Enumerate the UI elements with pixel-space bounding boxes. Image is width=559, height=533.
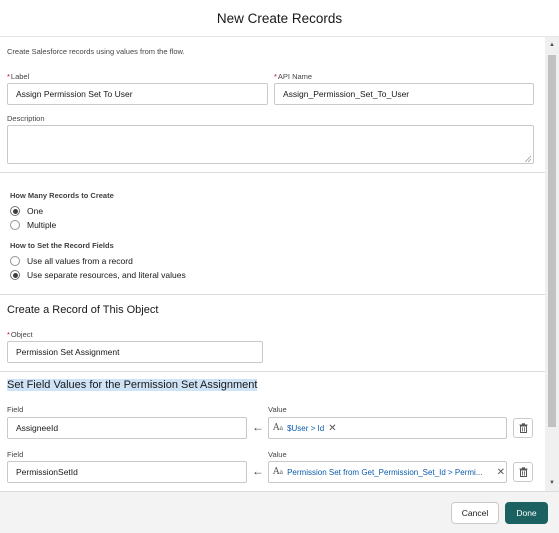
required-mark: * bbox=[7, 72, 10, 81]
value-label: Value bbox=[268, 450, 287, 459]
trash-icon bbox=[519, 467, 527, 477]
object-label: *Object bbox=[7, 330, 33, 339]
dialog-footer: Cancel Done bbox=[0, 491, 559, 533]
text-type-icon: Aa bbox=[273, 423, 284, 433]
section-divider bbox=[0, 172, 545, 173]
label-input[interactable]: Assign Permission Set To User bbox=[7, 83, 268, 105]
radio-use-separate-resources[interactable]: Use separate resources, and literal valu… bbox=[10, 270, 186, 280]
api-name-field-label: *API Name bbox=[274, 72, 313, 81]
clear-icon[interactable]: ✕ bbox=[497, 467, 505, 478]
value-input-permissionsetid[interactable]: Aa Permission Set from Get_Permission_Se… bbox=[268, 461, 507, 483]
field-input-assigneeid[interactable]: AssigneeId bbox=[7, 417, 247, 439]
value-pill: Aa $User > Id ✕ bbox=[273, 422, 337, 434]
radio-unselected-icon bbox=[10, 256, 20, 266]
left-arrow-icon: ← bbox=[252, 464, 264, 478]
radio-multiple[interactable]: Multiple bbox=[10, 220, 56, 230]
vertical-scrollbar[interactable]: ▲ ▼ bbox=[545, 37, 559, 491]
radio-one[interactable]: One bbox=[10, 206, 43, 216]
required-mark: * bbox=[274, 72, 277, 81]
dialog-title: New Create Records bbox=[216, 10, 343, 26]
object-input[interactable]: Permission Set Assignment bbox=[7, 341, 263, 363]
required-mark: * bbox=[7, 330, 10, 339]
clear-icon[interactable]: ✕ bbox=[328, 423, 336, 434]
text-type-icon: Aa bbox=[273, 467, 284, 477]
dialog-header: New Create Records bbox=[0, 0, 559, 37]
intro-text: Create Salesforce records using values f… bbox=[7, 47, 185, 56]
radio-selected-icon bbox=[10, 270, 20, 280]
how-to-set-label: How to Set the Record Fields bbox=[10, 241, 114, 250]
field-input-permissionsetid[interactable]: PermissionSetId bbox=[7, 461, 247, 483]
cancel-button[interactable]: Cancel bbox=[451, 502, 499, 524]
field-values-section-title: Set Field Values for the Permission Set … bbox=[7, 379, 258, 391]
object-section-title: Create a Record of This Object bbox=[7, 304, 159, 316]
dialog-body: Create Salesforce records using values f… bbox=[0, 37, 545, 491]
value-label: Value bbox=[268, 405, 287, 414]
delete-row-button[interactable] bbox=[513, 462, 533, 482]
done-button[interactable]: Done bbox=[505, 502, 548, 524]
field-label: Field bbox=[7, 405, 24, 414]
label-field-label: *Label bbox=[7, 72, 30, 81]
scroll-up-icon[interactable]: ▲ bbox=[545, 39, 559, 51]
new-create-records-dialog: New Create Records Create Salesforce rec… bbox=[0, 0, 559, 533]
how-many-label: How Many Records to Create bbox=[10, 191, 114, 200]
section-divider bbox=[0, 294, 545, 295]
description-textarea[interactable] bbox=[7, 125, 534, 164]
radio-use-all-values[interactable]: Use all values from a record bbox=[10, 256, 133, 266]
value-input-assigneeid[interactable]: Aa $User > Id ✕ bbox=[268, 417, 507, 439]
trash-icon bbox=[519, 423, 527, 433]
scroll-down-icon[interactable]: ▼ bbox=[545, 477, 559, 489]
left-arrow-icon: ← bbox=[252, 420, 264, 434]
resize-handle-icon[interactable] bbox=[524, 155, 532, 163]
scrollbar-thumb[interactable] bbox=[548, 55, 556, 427]
radio-unselected-icon bbox=[10, 220, 20, 230]
api-name-input[interactable]: Assign_Permission_Set_To_User bbox=[274, 83, 534, 105]
section-divider bbox=[0, 371, 545, 372]
description-label: Description bbox=[7, 114, 45, 123]
value-pill: Aa Permission Set from Get_Permission_Se… bbox=[273, 466, 505, 478]
radio-selected-icon bbox=[10, 206, 20, 216]
delete-row-button[interactable] bbox=[513, 418, 533, 438]
field-label: Field bbox=[7, 450, 24, 459]
